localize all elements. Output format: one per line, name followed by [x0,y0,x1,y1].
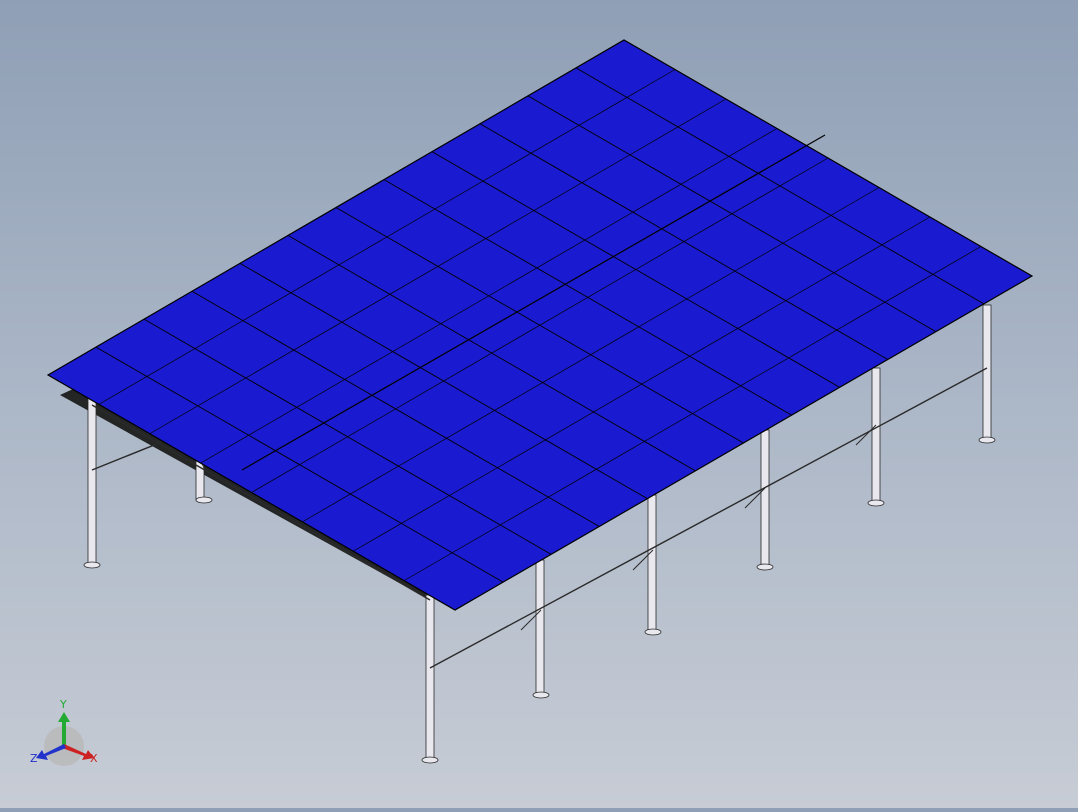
column-base-plate [644,628,662,636]
column-base-plate [756,563,774,571]
column-base-plate [83,561,101,569]
triad-x-label: X [90,752,98,765]
steel-column [760,429,770,568]
steel-column [871,367,881,504]
column-base-plate [978,436,996,444]
solar-panel-roof[interactable] [46,39,1034,611]
triad-z-label: Z [30,752,38,765]
column-base-plate [532,691,550,699]
steel-column [982,304,992,441]
steel-column [87,394,97,566]
column-base-plate [195,496,213,504]
orientation-triad[interactable]: Y X Z [22,692,108,772]
steel-column [425,594,435,761]
triad-y-label: Y [59,698,67,711]
column-base-plate [867,499,885,507]
steel-column [535,559,545,696]
steel-column [647,494,657,633]
column-base-plate [421,756,439,764]
solar-carport-model[interactable] [0,0,1078,808]
cad-viewport[interactable]: Y X Z [0,0,1078,808]
